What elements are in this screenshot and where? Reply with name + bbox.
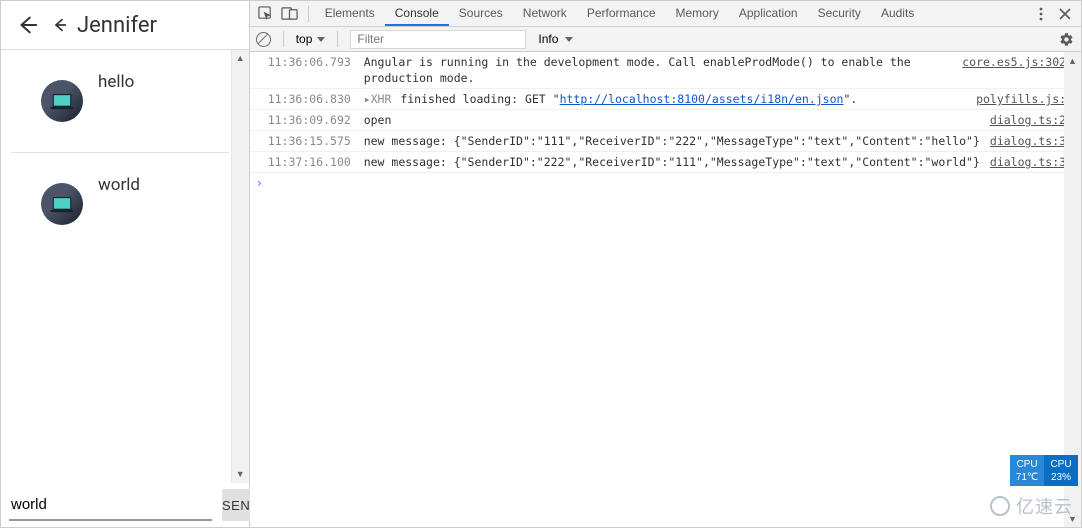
tab-elements[interactable]: Elements [315,1,385,26]
tab-application[interactable]: Application [729,1,808,26]
console-row: 11:36:09.692 open dialog.ts:27 [250,110,1081,131]
back-chevron-icon[interactable] [49,14,71,36]
log-message: new message: {"SenderID":"222","Receiver… [360,154,980,170]
cpu-value: 71℃ [1016,471,1038,484]
log-source[interactable]: core.es5.js:3025 [952,54,1073,86]
close-icon[interactable] [1055,4,1075,24]
chevron-down-icon [317,37,325,42]
scroll-up-icon[interactable]: ▲ [232,50,249,67]
log-time: 11:36:06.830 [268,91,360,107]
log-source[interactable]: dialog.ts:27 [980,112,1073,128]
console-toolbar: top Info [250,27,1081,52]
tab-security[interactable]: Security [808,1,871,26]
cpu-label: CPU [1050,458,1071,471]
divider [337,31,338,47]
tab-network[interactable]: Network [513,1,577,26]
tab-console[interactable]: Console [385,1,449,26]
log-time: 11:36:15.575 [268,133,360,149]
scroll-up-icon[interactable]: ▲ [1064,52,1081,69]
compose-area: SEND [9,489,241,521]
console-row: 11:36:06.793 Angular is running in the d… [250,52,1081,89]
filter-input[interactable] [350,30,526,49]
cpu-usage-widget: CPU 23% [1044,455,1078,486]
tab-audits[interactable]: Audits [871,1,924,26]
avatar [41,183,83,225]
avatar [41,80,83,122]
scroll-down-icon[interactable]: ▼ [232,466,249,483]
cpu-label: CPU [1016,458,1037,471]
console-row: 11:37:16.100 new message: {"SenderID":"2… [250,152,1081,173]
level-select[interactable]: Info [538,32,573,46]
console-prompt[interactable]: › [250,173,1081,193]
log-source[interactable]: polyfills.js:3 [966,91,1073,107]
tab-sources[interactable]: Sources [449,1,513,26]
tab-memory[interactable]: Memory [666,1,729,26]
clear-console-icon[interactable] [256,32,271,47]
devtools-tabs: Elements Console Sources Network Perform… [315,1,925,26]
back-button[interactable] [13,11,41,39]
compose-input[interactable] [9,490,212,521]
cpu-value: 23% [1051,471,1071,484]
message-text: hello [98,72,134,92]
inspect-icon[interactable] [256,4,276,24]
log-message: open [360,112,980,128]
log-time: 11:36:09.692 [268,112,360,128]
chat-title: Jennifer [77,13,157,38]
gear-icon[interactable] [1057,30,1075,48]
watermark-text: 亿速云 [1016,493,1073,519]
log-message: ▸XHR finished loading: GET "http://local… [360,91,966,107]
chat-header: Jennifer [1,1,249,50]
log-time: 11:36:06.793 [268,54,360,86]
chat-panel: Jennifer hello world ▲ ▼ SEND [1,1,250,527]
context-value: top [296,32,313,46]
message-row: world [11,153,229,255]
tab-performance[interactable]: Performance [577,1,666,26]
devtools-panel: Elements Console Sources Network Perform… [250,1,1081,527]
console-row: 11:36:06.830 ▸XHR finished loading: GET … [250,89,1081,110]
url-link[interactable]: http://localhost:8100/assets/i18n/en.jso… [560,92,844,106]
console-row: 11:36:15.575 new message: {"SenderID":"1… [250,131,1081,152]
devtools-topbar: Elements Console Sources Network Perform… [250,1,1081,27]
log-message: new message: {"SenderID":"111","Receiver… [360,133,980,149]
console-body[interactable]: 11:36:06.793 Angular is running in the d… [250,52,1081,527]
message-row: hello [11,50,229,153]
device-toggle-icon[interactable] [280,4,300,24]
chevron-down-icon [565,37,573,42]
log-time: 11:37:16.100 [268,154,360,170]
divider [283,31,284,47]
cpu-temp-widget: CPU 71℃ [1010,455,1044,486]
watermark-icon [990,496,1010,516]
kebab-menu-icon[interactable] [1031,4,1051,24]
context-select[interactable]: top [296,32,326,46]
expand-icon[interactable]: ▸XHR [364,92,399,106]
message-text: world [98,175,140,195]
level-value: Info [538,32,558,46]
divider [308,6,309,22]
cpu-widgets: CPU 71℃ CPU 23% [1010,455,1078,486]
messages-area: hello world [1,50,249,527]
log-source[interactable]: dialog.ts:31 [980,133,1073,149]
scrollbar[interactable]: ▲ ▼ [231,50,249,483]
log-message: Angular is running in the development mo… [360,54,953,86]
watermark: 亿速云 [990,493,1073,519]
log-source[interactable]: dialog.ts:31 [980,154,1073,170]
